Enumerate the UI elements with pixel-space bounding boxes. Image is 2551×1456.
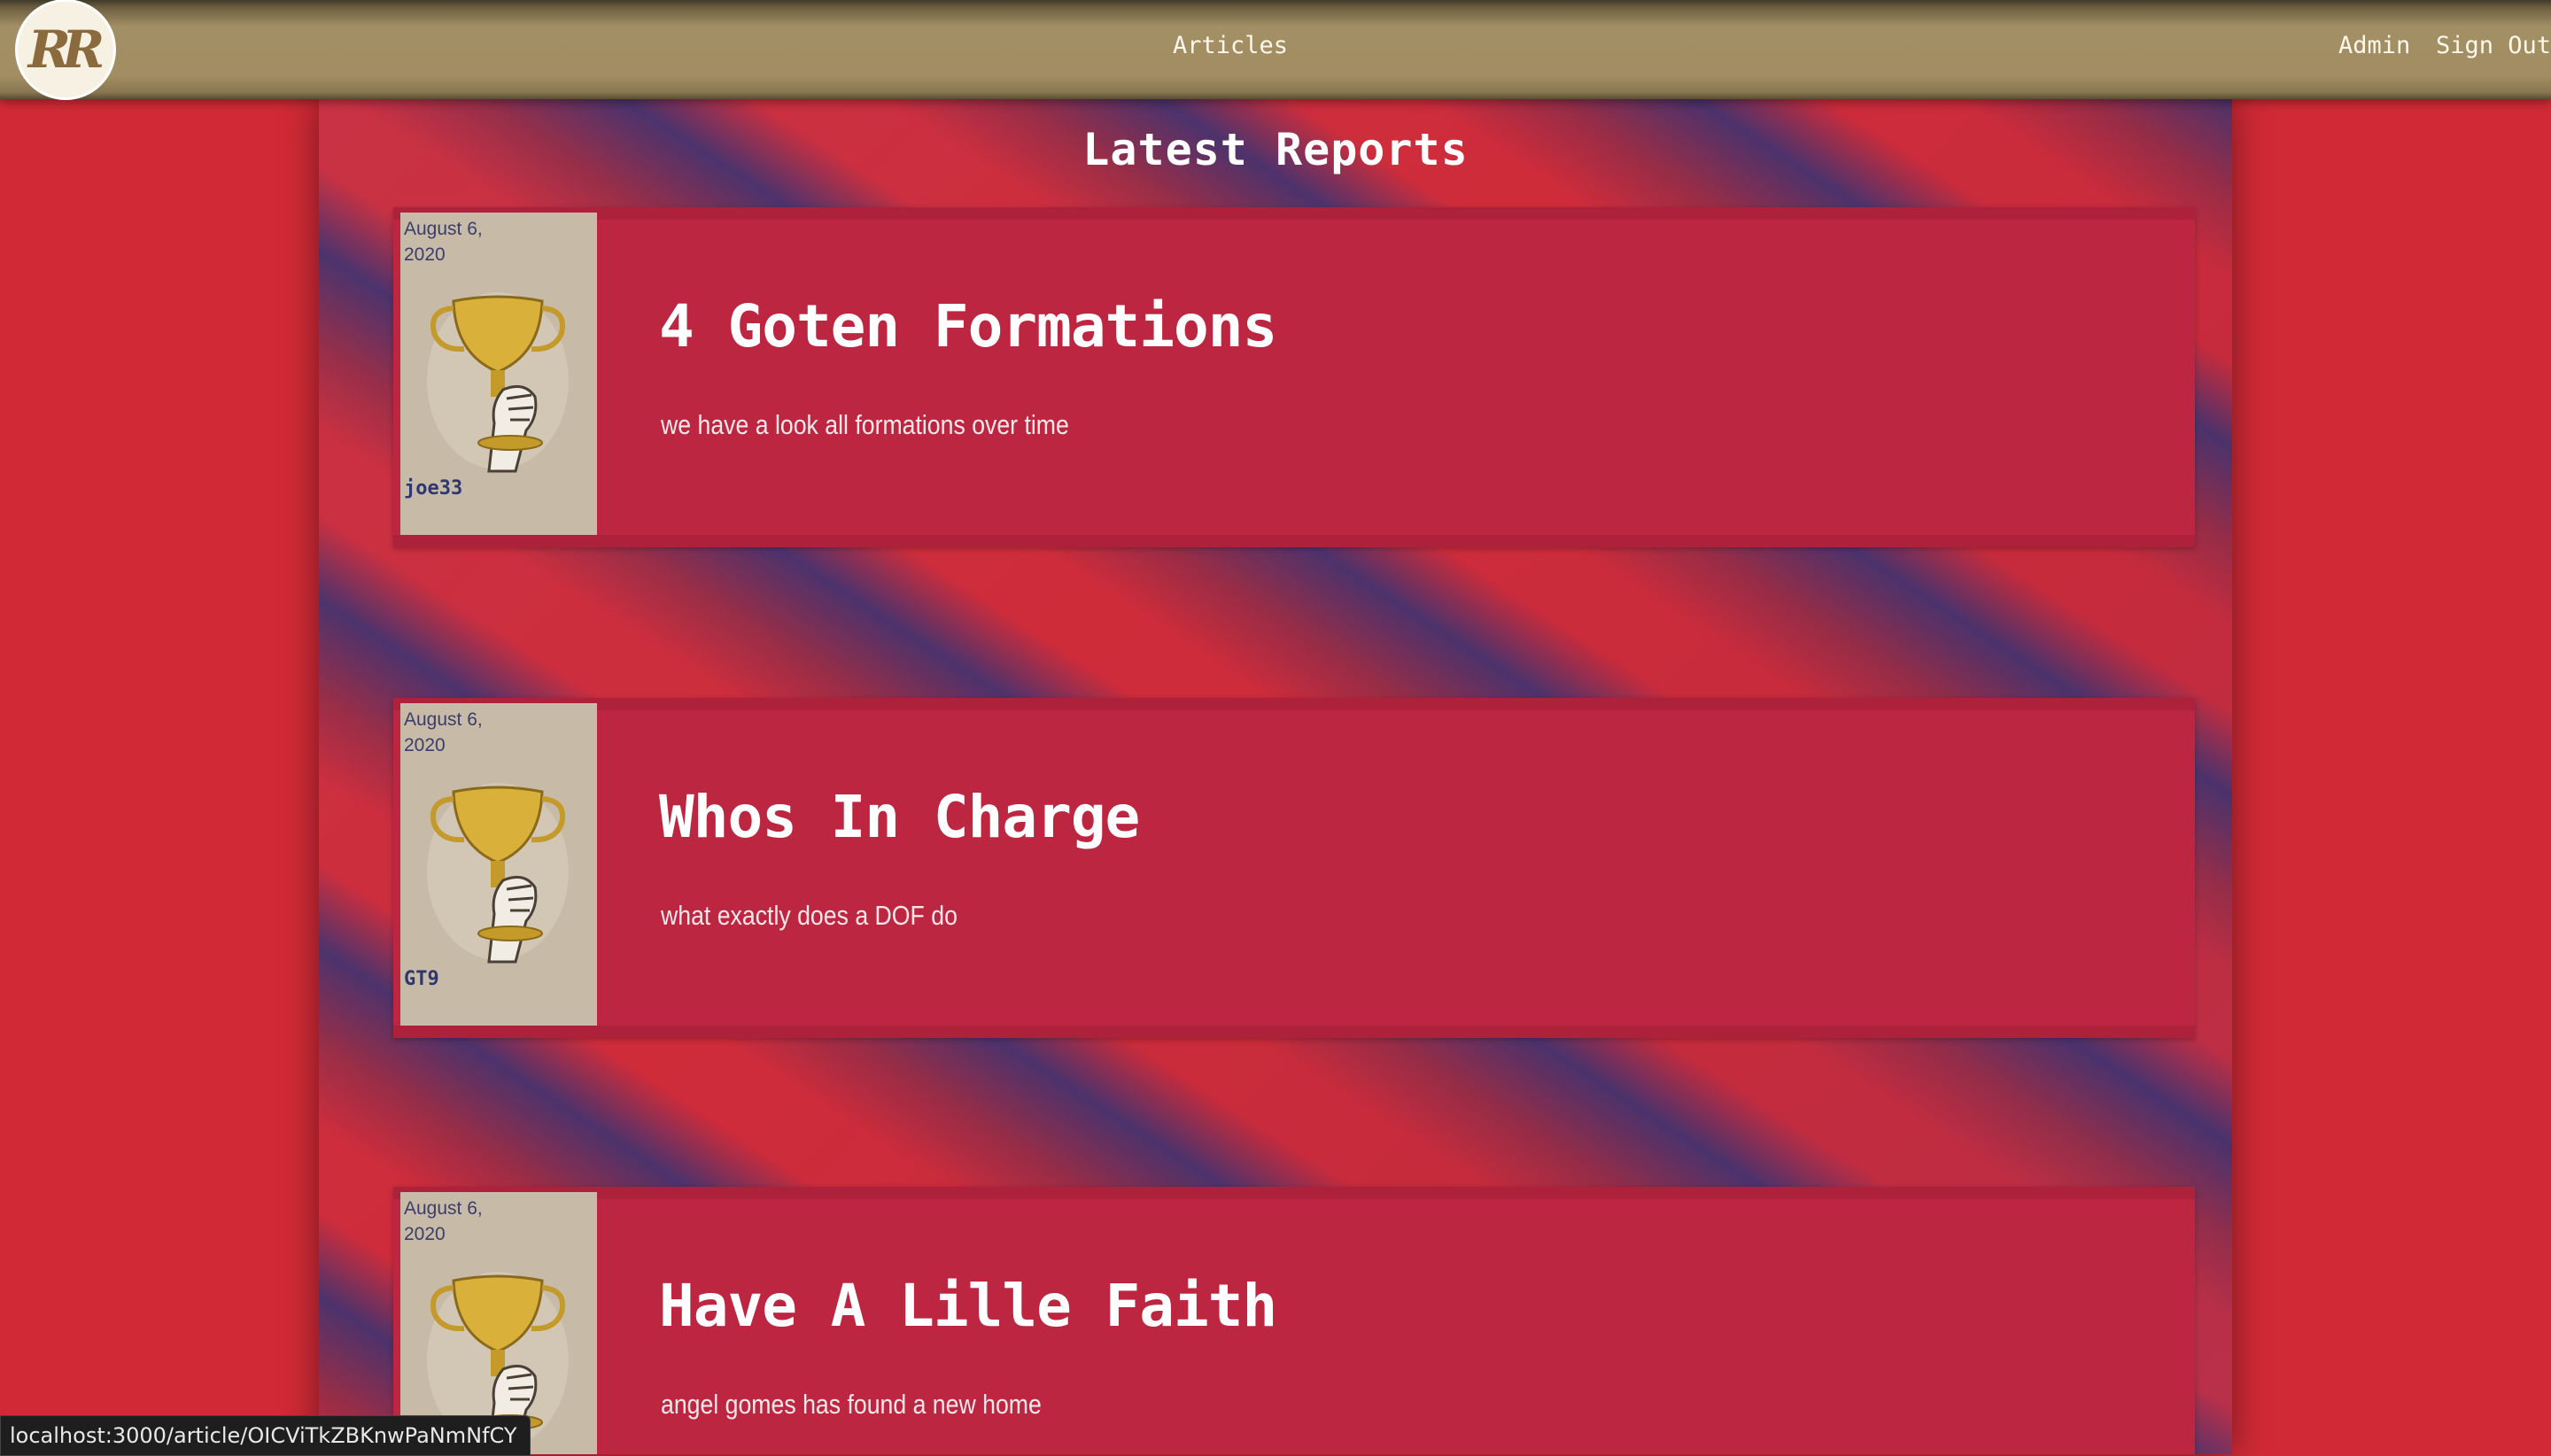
nav-sign-out-link[interactable]: Sign Out [2436,32,2551,59]
site-logo[interactable]: RR [18,2,113,97]
page-title: Latest Reports [1082,124,1469,175]
article-description: angel gomes has found a new home [661,1389,1042,1420]
article-description: what exactly does a DOF do [661,900,958,931]
article-card[interactable]: August 6, 2020 GT9 Whos In Charge what e… [393,698,2195,1038]
status-url: localhost:3000/article/OICViTkZBKnwPaNmN… [10,1423,517,1448]
article-author: GT9 [404,968,439,990]
article-date: August 6, 2020 [404,1198,483,1244]
article-title[interactable]: 4 Goten Formations [659,292,1277,360]
article-thumbnail: August 6, 2020 joe33 [400,213,597,535]
link-status-bar: localhost:3000/article/OICViTkZBKnwPaNmN… [0,1415,531,1456]
article-description: we have a look all formations over time [661,409,1069,440]
nav-admin-link[interactable]: Admin [2338,32,2410,59]
article-card[interactable]: August 6, 2020 Have A Lille Faith angel … [393,1187,2195,1454]
trophy-hand-icon [427,783,569,964]
articles-panel: Latest Reports August 6, 2020 joe33 4 Go… [319,99,2232,1454]
article-card[interactable]: August 6, 2020 joe33 4 Goten Formations … [393,207,2195,547]
top-navbar: RR Articles Admin Sign Out [0,0,2551,99]
article-date: August 6, 2020 [404,219,483,265]
article-thumbnail: August 6, 2020 GT9 [400,703,597,1026]
logo-monogram: RR [27,19,105,80]
trophy-hand-icon [427,292,569,473]
article-title[interactable]: Have A Lille Faith [659,1272,1277,1340]
article-title[interactable]: Whos In Charge [659,783,1140,851]
article-date: August 6, 2020 [404,709,483,755]
nav-articles-link[interactable]: Articles [1173,32,1288,59]
article-author: joe33 [404,477,463,500]
